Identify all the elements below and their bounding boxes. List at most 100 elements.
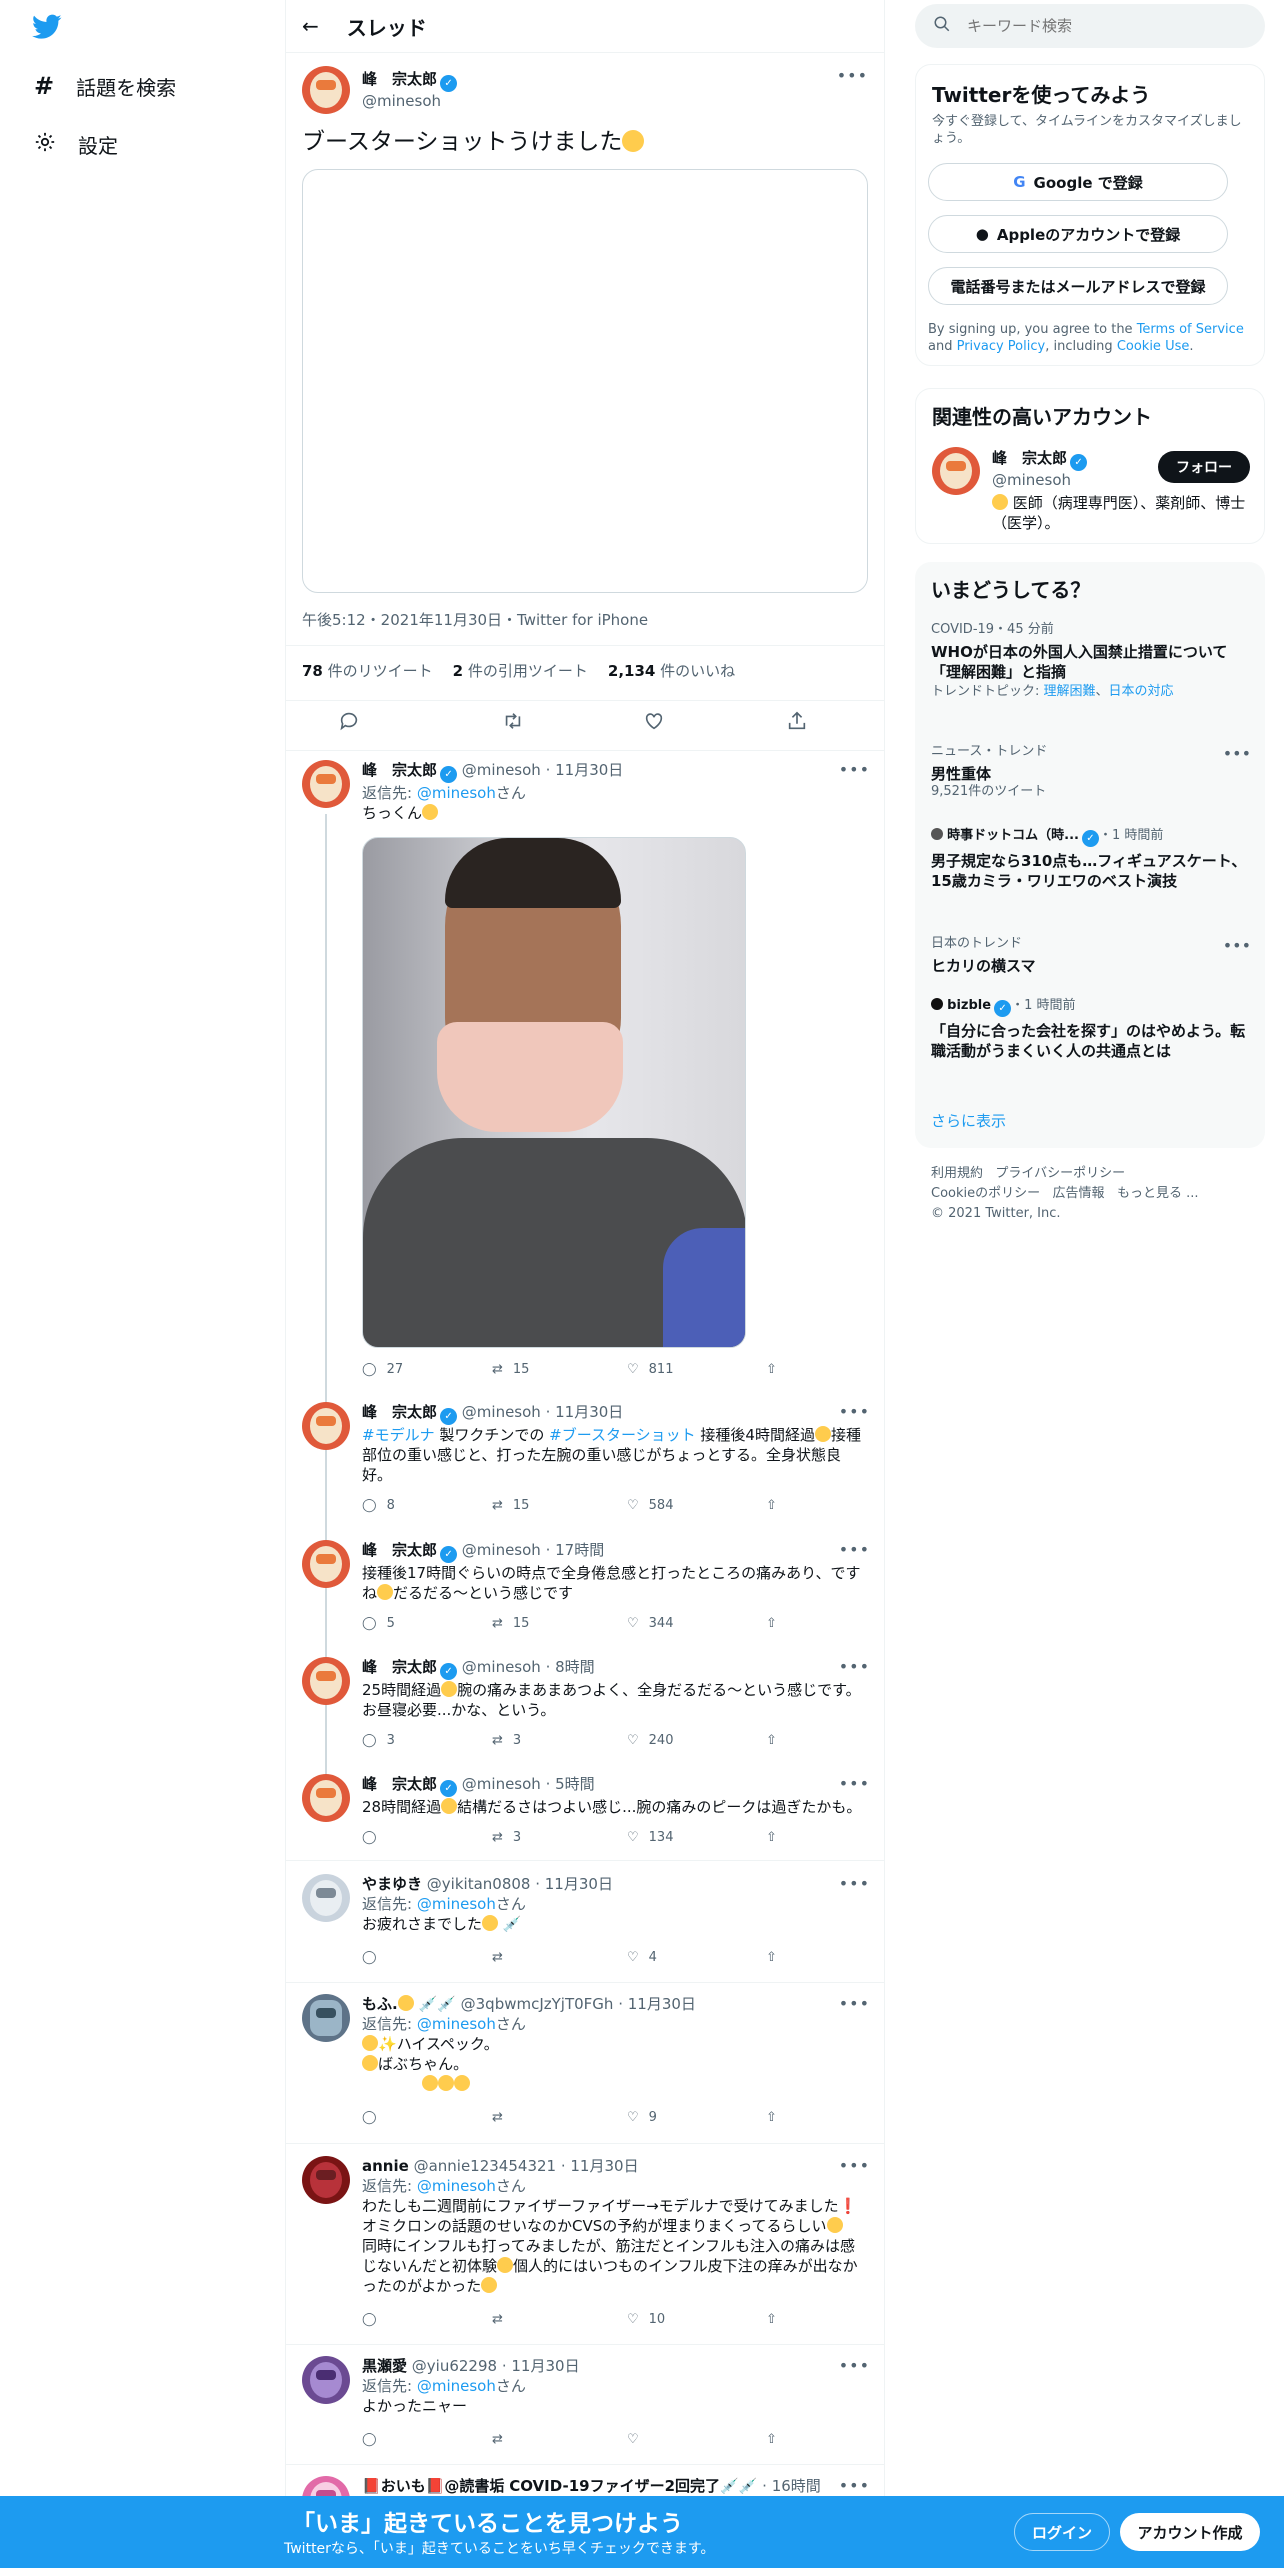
ads-footer-link[interactable]: 広告情報 [1053, 1186, 1105, 1201]
retweet-button[interactable]: ⇄ [492, 2312, 513, 2327]
google-signup-button[interactable]: G Google で登録 [928, 163, 1228, 201]
mention-link[interactable]: @minesoh [417, 2177, 496, 2195]
twitter-logo-icon[interactable] [32, 14, 62, 44]
share-icon[interactable]: ⇧ [766, 1950, 777, 1965]
privacy-footer-link[interactable]: プライバシーポリシー [995, 1166, 1125, 1181]
share-icon[interactable]: ⇧ [766, 1362, 777, 1377]
cookie-link[interactable]: Cookie Use [1117, 339, 1190, 354]
signup-button[interactable]: アカウント作成 [1120, 2513, 1260, 2551]
retweet-button[interactable]: ⇄ [492, 1950, 513, 1965]
embedded-media[interactable] [302, 169, 868, 593]
share-icon[interactable]: ⇧ [766, 1498, 777, 1513]
avatar[interactable] [302, 2356, 350, 2404]
apple-signup-button[interactable]: ● Appleのアカウントで登録 [928, 215, 1228, 253]
mention-link[interactable]: @minesoh [417, 2015, 496, 2033]
retweet-button[interactable]: ⇄ 15 [492, 1616, 529, 1631]
share-icon[interactable]: ⇧ [766, 1733, 777, 1748]
trend-item[interactable]: ニュース・トレンド 男性重体 9,521件のツイート ••• [931, 744, 1251, 800]
retweet-icon[interactable] [501, 710, 525, 736]
trend-item[interactable]: COVID-19・45 分前 WHOが日本の外国人入国禁止措置について「理解困難… [931, 622, 1251, 700]
reply-button[interactable]: ◯ 5 [362, 1616, 395, 1631]
like-icon[interactable] [643, 710, 665, 736]
like-button[interactable]: ♡ 584 [627, 1498, 673, 1513]
share-icon[interactable]: ⇧ [766, 1830, 777, 1845]
back-arrow-icon[interactable]: ← [302, 14, 319, 38]
avatar[interactable] [302, 1774, 350, 1822]
avatar[interactable] [302, 1540, 350, 1588]
share-icon[interactable]: ⇧ [766, 1616, 777, 1631]
retweet-button[interactable]: ⇄ [492, 2432, 503, 2447]
like-count[interactable]: 2,134 件のいいね [608, 660, 735, 681]
quote-count[interactable]: 2 件の引用ツイート [453, 660, 588, 681]
reply-button[interactable]: ◯ 27 [362, 1362, 403, 1377]
retweet-button[interactable]: ⇄ 15 [492, 1362, 529, 1377]
like-button[interactable]: ♡ 134 [627, 1830, 673, 1845]
verified-badge-icon: ✓ [440, 1546, 458, 1563]
phone-signup-button[interactable]: 電話番号またはメールアドレスで登録 [928, 267, 1228, 305]
like-button[interactable]: ♡ 4 [627, 1950, 657, 1965]
more-options-icon[interactable]: ••• [1223, 744, 1251, 763]
share-icon[interactable]: ⇧ [766, 2432, 777, 2447]
avatar[interactable] [932, 447, 980, 495]
nav-explore[interactable]: # 話題を検索 [34, 66, 176, 106]
avatar[interactable] [302, 1402, 350, 1450]
login-button[interactable]: ログイン [1014, 2513, 1110, 2551]
like-button[interactable]: ♡ 240 [627, 1733, 673, 1748]
tweet-timestamp[interactable]: 午後5:12・2021年11月30日・Twitter for iPhone [302, 609, 648, 630]
trend-item[interactable]: bizble ✓ ・1 時間前 「自分に合った会社を探す」のはやめよう。転職活動がう… [931, 998, 1251, 1061]
cookie-footer-link[interactable]: Cookieのポリシー [931, 1186, 1040, 1201]
like-button[interactable]: ♡ 811 [627, 1362, 673, 1377]
trend-item[interactable]: 日本のトレンド ヒカリの横スマ ••• [931, 936, 1251, 976]
like-button[interactable]: ♡ 9 [627, 2110, 657, 2125]
avatar[interactable] [302, 760, 350, 808]
avatar[interactable] [302, 2156, 350, 2204]
share-icon[interactable] [786, 710, 808, 736]
nav-settings[interactable]: 設定 [34, 124, 118, 164]
terms-link[interactable]: Terms of Service [1137, 322, 1244, 337]
more-options-icon[interactable]: ••• [837, 66, 868, 85]
reply-button[interactable]: ◯ [362, 1950, 387, 1965]
share-icon[interactable]: ⇧ [766, 2110, 777, 2125]
tweet-photo[interactable] [362, 837, 746, 1348]
retweet-button[interactable]: ⇄ 3 [492, 1830, 521, 1845]
mention-link[interactable]: @minesoh [417, 1895, 496, 1913]
like-button[interactable]: ♡ [627, 2432, 639, 2447]
avatar[interactable] [302, 1657, 350, 1705]
reply-button[interactable]: ◯ [362, 1830, 387, 1845]
retweet-button[interactable]: ⇄ 15 [492, 1498, 529, 1513]
search-input[interactable] [967, 17, 1217, 35]
main-tweet-author[interactable]: 峰 宗太郎 ✓ @minesoh [362, 68, 458, 110]
reply-icon[interactable] [338, 710, 360, 736]
topic-link[interactable]: 理解困難 [1044, 684, 1096, 699]
retweet-button[interactable]: ⇄ [492, 2110, 513, 2125]
tweet-time: 11月30日 [627, 1995, 696, 2013]
follow-button[interactable]: フォロー [1158, 451, 1250, 483]
hashtag-link[interactable]: #モデルナ [362, 1426, 435, 1444]
avatar[interactable] [302, 1994, 350, 2042]
mention-link[interactable]: @minesoh [417, 2377, 496, 2395]
privacy-link[interactable]: Privacy Policy [957, 339, 1046, 354]
avatar[interactable] [302, 1874, 350, 1922]
more-footer-link[interactable]: もっと見る ... [1117, 1186, 1199, 1201]
search-box[interactable] [915, 4, 1265, 48]
reply-button[interactable]: ◯ 8 [362, 1498, 395, 1513]
more-options-icon[interactable]: ••• [1223, 936, 1251, 955]
show-more-link[interactable]: さらに表示 [931, 1110, 1006, 1131]
trend-item[interactable]: 時事ドットコム（時... ✓ ・1 時間前 男子規定なら310点も…フィギュアスケー… [931, 828, 1251, 891]
hashtag-link[interactable]: #ブースターショット [549, 1426, 696, 1444]
terms-footer-link[interactable]: 利用規約 [931, 1166, 983, 1181]
retweet-button[interactable]: ⇄ 3 [492, 1733, 521, 1748]
share-icon[interactable]: ⇧ [766, 2312, 777, 2327]
verified-badge-icon: ✓ [440, 766, 458, 783]
related-account[interactable]: 峰 宗太郎 ✓ @minesoh [992, 447, 1088, 489]
mention-link[interactable]: @minesoh [417, 784, 496, 802]
like-button[interactable]: ♡ 344 [627, 1616, 673, 1631]
reply-button[interactable]: ◯ [362, 2110, 387, 2125]
like-button[interactable]: ♡ 10 [627, 2312, 665, 2327]
retweet-count[interactable]: 78 件のリツイート [302, 660, 433, 681]
topic-link[interactable]: 日本の対応 [1109, 684, 1174, 699]
reply-button[interactable]: ◯ [362, 2312, 387, 2327]
avatar[interactable] [302, 66, 350, 114]
reply-button[interactable]: ◯ 3 [362, 1733, 395, 1748]
reply-button[interactable]: ◯ [362, 2432, 377, 2447]
